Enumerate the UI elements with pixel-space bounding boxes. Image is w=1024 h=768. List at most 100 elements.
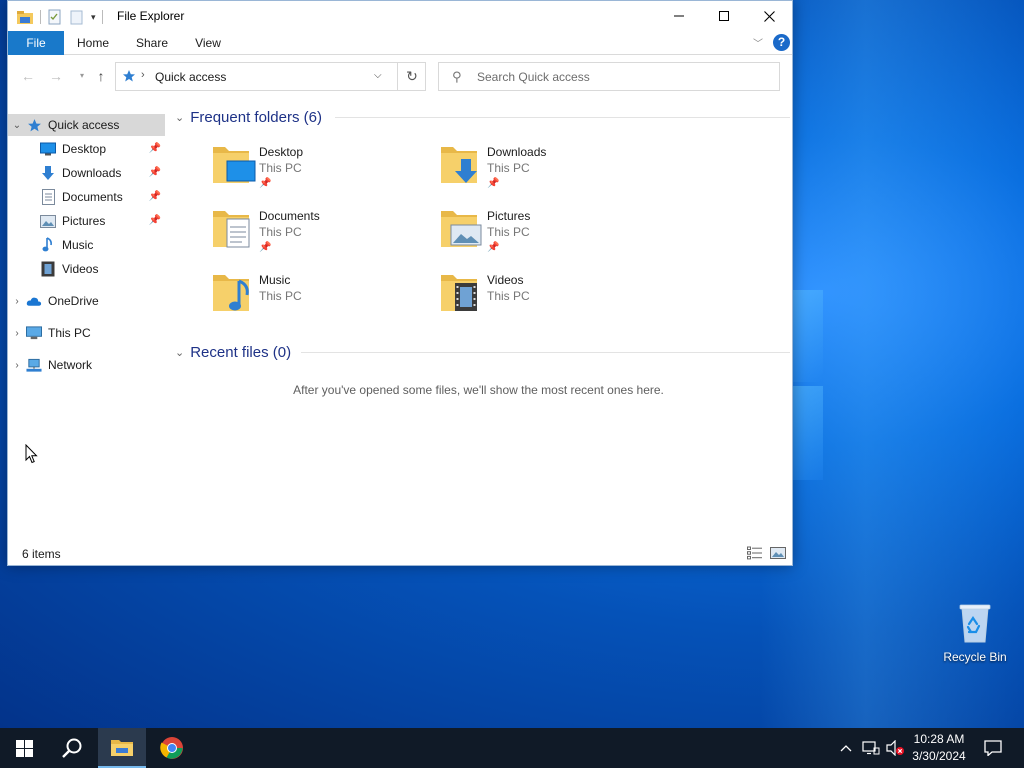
clock-time: 10:28 AM (913, 732, 965, 746)
search-input[interactable] (477, 68, 767, 86)
notification-icon (984, 740, 1002, 756)
minimize-button[interactable] (656, 1, 702, 31)
folder-tile-pictures[interactable]: Pictures This PC 📌 (439, 205, 659, 265)
nav-label: Documents (62, 190, 123, 204)
computer-monitor-icon (26, 325, 42, 341)
nav-label: Pictures (62, 214, 106, 228)
large-icons-view-icon[interactable] (770, 546, 786, 560)
pin-icon: 📌 (487, 178, 500, 189)
navigation-bar: ← → ▾ ↑ › Quick access ⌵ ↻ ⚲ (8, 56, 792, 96)
breadcrumb-quick-access[interactable]: Quick access (155, 70, 226, 84)
close-button[interactable] (746, 1, 792, 31)
nav-item-music[interactable]: Music (8, 234, 165, 256)
search-box[interactable]: ⚲ (438, 62, 780, 91)
nav-item-onedrive[interactable]: › OneDrive (8, 290, 165, 312)
expand-ribbon-chevron-icon[interactable]: ﹀ (753, 35, 767, 51)
desktop-monitor-icon (40, 141, 56, 157)
pictures-folder-icon (441, 211, 482, 247)
collapse-chevron-icon[interactable]: ⌄ (8, 120, 26, 131)
start-button[interactable] (0, 728, 48, 768)
chrome-icon (160, 737, 183, 759)
network-status-icon[interactable] (860, 728, 882, 768)
folder-tile-desktop[interactable]: Desktop This PC 📌 (211, 141, 431, 201)
nav-label: This PC (48, 326, 91, 340)
folder-name: Videos (487, 273, 524, 287)
group-title: Frequent folders (6) (190, 108, 322, 126)
pin-icon: 📌 (148, 191, 161, 202)
tab-home[interactable]: Home (68, 31, 118, 55)
maximize-icon (719, 11, 729, 21)
folder-tile-music[interactable]: Music This PC (211, 269, 431, 329)
folder-location: This PC (259, 225, 302, 239)
downloads-folder-icon (441, 147, 477, 183)
nav-item-network[interactable]: › Network (8, 354, 165, 376)
system-clock[interactable]: 10:28 AM 3/30/2024 (906, 731, 972, 765)
folder-tile-documents[interactable]: Documents This PC 📌 (211, 205, 431, 265)
explorer-app-icon (17, 11, 33, 24)
collapse-group-chevron-icon[interactable]: ⌄ (175, 111, 184, 124)
maximize-button[interactable] (701, 1, 747, 31)
toolbar-divider (40, 10, 41, 24)
quick-access-star-icon (123, 70, 135, 82)
nav-label: Quick access (48, 118, 120, 132)
help-icon[interactable]: ? (773, 34, 790, 51)
nav-label: Network (48, 358, 93, 372)
nav-item-downloads[interactable]: Downloads 📌 (8, 162, 165, 184)
nav-item-quick-access[interactable]: ⌄ Quick access (8, 114, 165, 136)
volume-muted-icon[interactable] (884, 728, 906, 768)
search-icon (62, 738, 82, 758)
expand-chevron-icon[interactable]: › (8, 296, 26, 307)
folder-tile-videos[interactable]: Videos This PC (439, 269, 659, 329)
forward-arrow-icon[interactable]: → (46, 66, 66, 86)
folder-name: Desktop (259, 145, 304, 159)
videos-folder-icon (441, 275, 477, 311)
nav-item-desktop[interactable]: Desktop 📌 (8, 138, 165, 160)
nav-item-documents[interactable]: Documents 📌 (8, 186, 165, 208)
folder-location: This PC (259, 161, 302, 175)
collapse-group-chevron-icon[interactable]: ⌄ (175, 346, 184, 359)
new-folder-icon[interactable] (69, 9, 85, 25)
tab-view[interactable]: View (184, 31, 232, 55)
folder-location: This PC (487, 161, 530, 175)
back-arrow-icon[interactable]: ← (18, 66, 38, 86)
expand-chevron-icon[interactable]: › (8, 360, 26, 371)
show-hidden-icons-chevron-icon[interactable] (836, 728, 856, 768)
quick-access-toolbar: ▾ (16, 8, 103, 26)
navigation-pane: ⌄ Quick access Desktop 📌 Downloads 📌 Doc… (8, 111, 165, 536)
recent-files-header[interactable]: ⌄ Recent files (0) (175, 341, 291, 363)
nav-item-this-pc[interactable]: › This PC (8, 322, 165, 344)
up-arrow-icon[interactable]: ↑ (91, 66, 111, 86)
frequent-folders-header[interactable]: ⌄ Frequent folders (6) (175, 106, 322, 128)
taskbar-file-explorer-button[interactable] (98, 728, 146, 768)
customize-toolbar-dropdown-icon[interactable]: ▾ (91, 12, 96, 23)
recent-locations-chevron-icon[interactable]: ▾ (72, 66, 92, 86)
taskbar-search-button[interactable] (48, 728, 96, 768)
recycle-bin-shortcut[interactable]: Recycle Bin (938, 600, 1012, 664)
folder-location: This PC (487, 225, 530, 239)
details-view-icon[interactable] (747, 546, 763, 560)
network-icon (26, 357, 42, 373)
address-bar[interactable]: › Quick access ⌵ ↻ (115, 62, 426, 91)
action-center-button[interactable] (978, 728, 1008, 768)
nav-label: OneDrive (48, 294, 99, 308)
group-divider (335, 117, 790, 118)
nav-item-videos[interactable]: Videos (8, 258, 165, 280)
item-count: 6 items (22, 547, 61, 561)
expand-chevron-icon[interactable]: › (8, 328, 26, 339)
folder-name: Documents (259, 209, 320, 223)
properties-icon[interactable] (47, 9, 63, 25)
nav-label: Videos (62, 262, 99, 276)
pictures-image-icon (40, 213, 56, 229)
tab-file[interactable]: File (8, 31, 64, 55)
folder-tile-downloads[interactable]: Downloads This PC 📌 (439, 141, 659, 201)
address-history-dropdown-icon[interactable]: ⌵ (374, 70, 382, 81)
breadcrumb-separator-icon[interactable]: › (141, 69, 145, 81)
documents-folder-icon (213, 211, 250, 248)
tab-share[interactable]: Share (128, 31, 176, 55)
refresh-icon[interactable]: ↻ (397, 63, 426, 90)
nav-item-pictures[interactable]: Pictures 📌 (8, 210, 165, 232)
taskbar-chrome-button[interactable] (148, 728, 196, 768)
content-pane: ⌄ Frequent folders (6) Desktop This PC 📌… (165, 96, 792, 536)
toolbar-divider (101, 10, 103, 24)
title-bar[interactable]: ▾ File Explorer (8, 1, 792, 31)
